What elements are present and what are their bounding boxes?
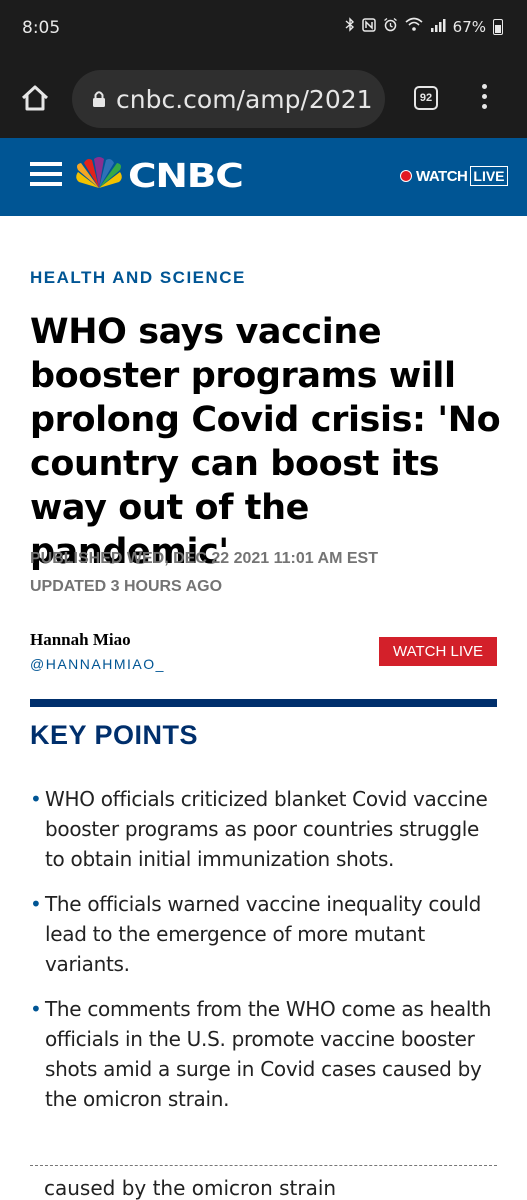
bullet-icon: •	[30, 997, 42, 1021]
menu-icon[interactable]	[30, 162, 62, 186]
url-bar[interactable]: cnbc.com/amp/2021	[72, 70, 385, 128]
signal-icon	[430, 18, 446, 36]
battery-percent: 67%	[452, 17, 486, 36]
dashed-divider	[30, 1165, 497, 1166]
site-header: CNBC WATCH LIVE	[0, 138, 527, 216]
battery-icon	[493, 18, 503, 35]
watch-live-header-link[interactable]: WATCH LIVE	[400, 166, 508, 186]
bluetooth-icon	[345, 17, 355, 36]
key-point-text: The officials warned vaccine inequality …	[45, 892, 482, 976]
wifi-icon	[405, 17, 423, 36]
cnbc-logo[interactable]: CNBC	[128, 156, 244, 195]
alarm-icon	[383, 17, 398, 36]
watch-live-button[interactable]: WATCH LIVE	[379, 637, 497, 666]
key-point-text: WHO officials criticized blanket Covid v…	[45, 787, 488, 871]
list-item: • WHO officials criticized blanket Covid …	[30, 784, 500, 874]
status-time: 8:05	[22, 18, 61, 38]
browser-toolbar: cnbc.com/amp/2021 92	[0, 60, 527, 138]
status-icons: 67%	[345, 17, 503, 36]
peacock-logo-icon[interactable]	[72, 156, 126, 197]
key-points-list: • WHO officials criticized blanket Covid …	[30, 784, 500, 1129]
tabs-icon[interactable]: 92	[414, 86, 438, 110]
bullet-icon: •	[30, 787, 42, 811]
published-date: PUBLISHED WED, DEC 22 2021 11:01 AM EST	[30, 550, 378, 567]
status-bar: 8:05 67%	[0, 0, 527, 60]
divider	[30, 699, 497, 707]
author-handle[interactable]: @HANNAHMIAO_	[30, 656, 165, 672]
bullet-icon: •	[30, 892, 42, 916]
tab-count: 92	[419, 92, 433, 104]
list-item: • The officials warned vaccine inequality…	[30, 889, 500, 979]
section-label[interactable]: HEALTH AND SCIENCE	[30, 268, 246, 288]
home-icon[interactable]	[20, 84, 50, 117]
live-dot-icon	[400, 170, 412, 182]
watch-label: WATCH	[416, 167, 468, 185]
updated-time: UPDATED 3 HOURS AGO	[30, 578, 223, 595]
cutoff-text: caused by the omicron strain	[44, 1176, 337, 1200]
list-item: • The comments from the WHO come as healt…	[30, 994, 500, 1114]
article-headline: WHO says vaccine booster programs will p…	[30, 312, 501, 572]
live-badge: LIVE	[470, 166, 508, 186]
author-name[interactable]: Hannah Miao	[30, 630, 131, 650]
key-points-title: KEY POINTS	[30, 720, 199, 750]
article-timestamps: PUBLISHED WED, DEC 22 2021 11:01 AM EST …	[30, 545, 378, 601]
nfc-icon	[361, 17, 376, 36]
url-text: cnbc.com/amp/2021	[116, 84, 373, 114]
key-point-text: The comments from the WHO come as health…	[45, 997, 492, 1111]
more-vert-icon[interactable]	[480, 84, 488, 114]
lock-icon	[92, 85, 106, 114]
